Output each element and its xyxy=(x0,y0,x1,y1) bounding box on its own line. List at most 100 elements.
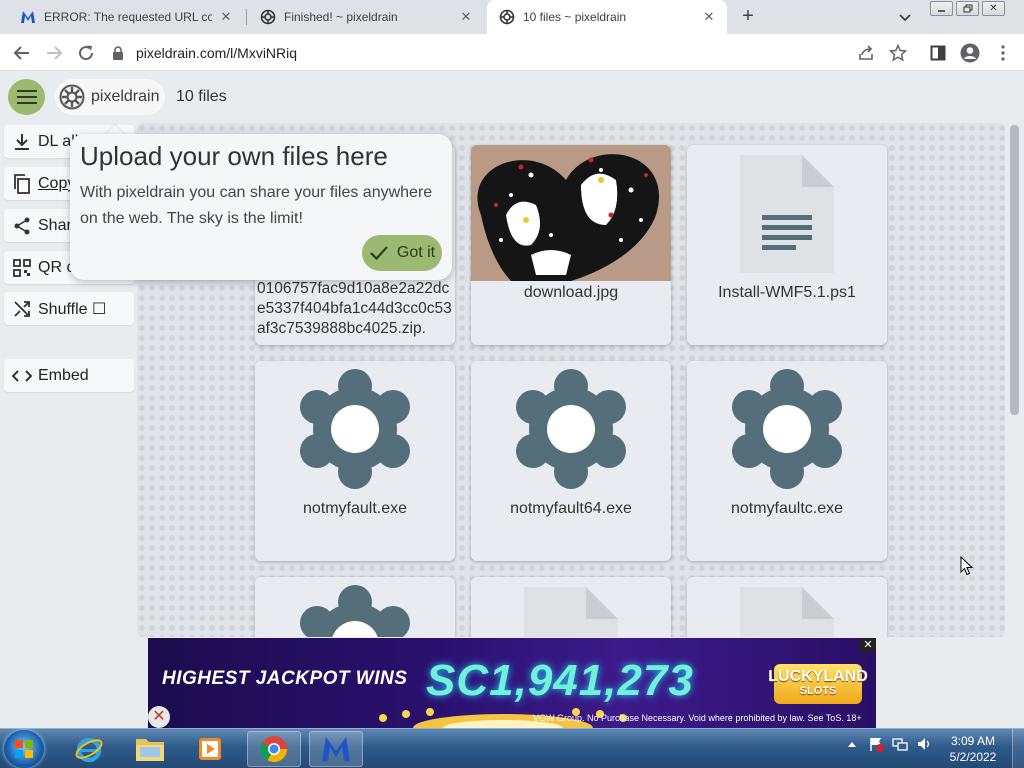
image-thumbnail xyxy=(471,145,671,281)
address-bar[interactable]: pixeldrain.com/l/MxviNRiq xyxy=(112,38,912,67)
qr-icon xyxy=(12,258,32,278)
embed-icon xyxy=(12,366,32,386)
taskbar-file-explorer[interactable] xyxy=(123,731,177,767)
file-card[interactable]: Install-WMF5.1.ps1 xyxy=(687,145,887,345)
tooltip-title: Upload your own files here xyxy=(80,141,388,171)
clock-time: 3:09 AM xyxy=(950,734,996,748)
bookmark-star-icon[interactable] xyxy=(888,43,908,63)
luckyland-slots-logo: LUCKYLAND SLOTS xyxy=(768,664,868,704)
ad-jackpot-amount: SC1,941,273 xyxy=(426,656,694,705)
file-name: Install-WMF5.1.ps1 xyxy=(718,284,856,301)
forward-arrow-icon[interactable] xyxy=(43,42,65,64)
pixeldrain-home-link[interactable]: pixeldrain xyxy=(55,79,166,115)
tab-error[interactable]: ERROR: The requested URL could ✕ xyxy=(8,0,244,34)
new-tab-button[interactable]: + xyxy=(736,5,760,29)
chevron-down-icon[interactable] xyxy=(896,8,914,26)
windows-taskbar: 3:09 AM 5/2/2022 xyxy=(0,728,1024,768)
sidebar-item-label: Embed xyxy=(38,366,89,384)
chrome-icon xyxy=(260,736,288,763)
folder-icon xyxy=(136,739,164,761)
system-tray xyxy=(843,735,939,753)
page-content: pixeldrain 10 files DL all Copy Share QR… xyxy=(0,71,1024,728)
pixeldrain-gear-icon xyxy=(499,9,515,25)
file-name: 0106757fac9d10a8e2a22dce5337f404bfa1c44d… xyxy=(257,280,452,337)
taskbar-media-player[interactable] xyxy=(183,731,237,767)
window-controls: ✕ xyxy=(927,1,1005,16)
back-arrow-icon[interactable] xyxy=(11,42,33,64)
shuffle-toggle[interactable]: Shuffle ☐ xyxy=(4,292,134,325)
mouse-cursor-icon xyxy=(960,556,974,576)
got-it-label: Got it xyxy=(396,244,436,261)
tab-separator xyxy=(246,9,247,25)
tray-expand-icon[interactable] xyxy=(843,735,861,753)
advertisement-banner[interactable]: HIGHEST JACKPOT WINS SC1,941,273 LUCKYLA… xyxy=(148,638,876,728)
document-icon xyxy=(524,587,618,637)
tab-finished[interactable]: Finished! ~ pixeldrain ✕ xyxy=(248,0,484,34)
hamburger-menu-button[interactable] xyxy=(8,79,45,115)
maximize-button[interactable] xyxy=(956,1,979,16)
close-icon[interactable]: ✕ xyxy=(458,9,474,25)
ad-close-button[interactable]: ✕ xyxy=(860,638,876,652)
ad-fine-print: VGW Group. No Purchase Necessary. Void w… xyxy=(533,713,862,723)
file-count: 10 files xyxy=(176,88,227,105)
taskbar-internet-explorer[interactable] xyxy=(62,731,116,767)
checkmark-icon xyxy=(369,245,389,261)
download-icon xyxy=(12,132,32,152)
file-card[interactable]: download.jpg xyxy=(471,145,671,345)
file-card[interactable] xyxy=(471,577,671,637)
reload-icon[interactable] xyxy=(75,42,97,64)
file-card[interactable] xyxy=(687,577,887,637)
file-card[interactable]: notmyfaultc.exe xyxy=(687,361,887,561)
pixeldrain-gear-icon xyxy=(260,9,276,25)
pixeldrain-logo-icon xyxy=(59,84,85,110)
lock-icon xyxy=(112,45,124,60)
tab-title: Finished! ~ pixeldrain xyxy=(284,10,398,24)
taskbar-malwarebytes[interactable] xyxy=(309,731,363,767)
sidebar-item-label: QR c xyxy=(38,258,75,276)
gear-icon xyxy=(300,585,410,637)
close-icon[interactable]: ✕ xyxy=(701,9,717,25)
tab-title: 10 files ~ pixeldrain xyxy=(523,10,627,24)
kebab-menu-icon[interactable] xyxy=(993,43,1013,63)
gear-icon xyxy=(732,369,842,489)
adchoices-icon[interactable]: ✕ xyxy=(148,706,170,728)
hamburger-icon xyxy=(16,90,37,104)
tab-10-files[interactable]: 10 files ~ pixeldrain ✕ xyxy=(487,0,727,34)
tooltip-body: With pixeldrain you can share your files… xyxy=(80,184,433,227)
brand-name: pixeldrain xyxy=(91,88,160,105)
browser-tab-strip: ERROR: The requested URL could ✕ Finishe… xyxy=(0,0,1024,34)
share-icon xyxy=(12,216,32,236)
show-desktop-button[interactable] xyxy=(1012,729,1024,768)
minimize-button[interactable] xyxy=(930,1,953,16)
action-center-flag-icon[interactable] xyxy=(867,735,885,753)
windows-logo-icon xyxy=(15,740,33,758)
browser-toolbar: pixeldrain.com/l/MxviNRiq xyxy=(0,34,1024,71)
file-name: notmyfault64.exe xyxy=(510,500,632,517)
media-player-icon xyxy=(199,738,221,760)
file-card[interactable]: notmyfault64.exe xyxy=(471,361,671,561)
taskbar-chrome[interactable] xyxy=(247,731,301,767)
sidebar-item-label: Shuffle ☐ xyxy=(38,300,107,318)
profile-avatar-icon[interactable] xyxy=(960,43,980,63)
volume-icon[interactable] xyxy=(915,735,933,753)
ad-headline: HIGHEST JACKPOT WINS xyxy=(162,668,408,689)
file-card[interactable]: notmyfault.exe xyxy=(255,361,455,561)
malwarebytes-icon xyxy=(322,737,350,761)
side-panel-icon[interactable] xyxy=(928,43,948,63)
close-icon[interactable]: ✕ xyxy=(218,9,234,25)
shuffle-icon xyxy=(12,299,32,319)
tab-title: ERROR: The requested URL could xyxy=(44,10,212,24)
gear-icon xyxy=(516,369,626,489)
taskbar-clock[interactable]: 3:09 AM 5/2/2022 xyxy=(942,733,1004,765)
start-button[interactable] xyxy=(4,730,44,768)
page-scrollbar-thumb[interactable] xyxy=(1010,125,1019,415)
malwarebytes-icon xyxy=(20,9,36,25)
file-card[interactable] xyxy=(255,577,455,637)
share-page-icon[interactable] xyxy=(856,43,876,63)
got-it-button[interactable]: Got it xyxy=(362,235,442,271)
upload-tooltip: Upload your own files here With pixeldra… xyxy=(70,134,452,280)
window-close-button[interactable]: ✕ xyxy=(982,1,1005,16)
embed-button[interactable]: Embed xyxy=(4,359,134,392)
network-icon[interactable] xyxy=(891,735,909,753)
document-icon xyxy=(740,155,834,273)
